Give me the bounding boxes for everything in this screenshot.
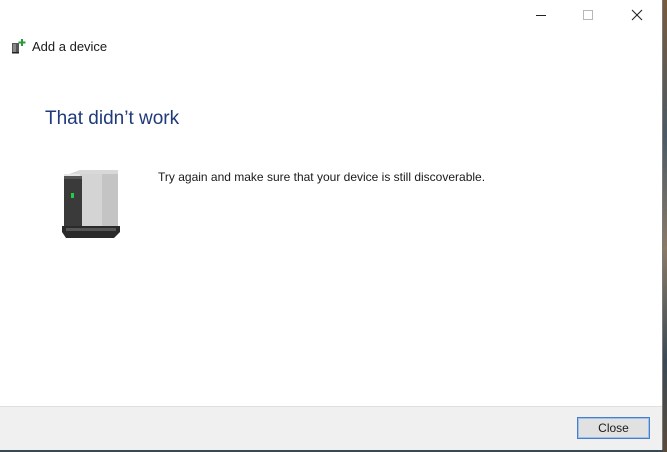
minimize-button[interactable] bbox=[518, 0, 564, 30]
maximize-button[interactable] bbox=[565, 0, 611, 30]
close-icon bbox=[631, 9, 643, 21]
error-message: Try again and make sure that your device… bbox=[158, 170, 486, 184]
maximize-icon bbox=[583, 10, 593, 20]
window-close-button[interactable] bbox=[614, 0, 660, 30]
window-header: Add a device bbox=[11, 36, 107, 56]
title-bar bbox=[0, 0, 663, 30]
page-title: That didn’t work bbox=[45, 108, 180, 129]
close-button[interactable]: Close bbox=[577, 417, 650, 439]
footer-bar: Close bbox=[0, 406, 662, 450]
add-device-icon bbox=[12, 39, 26, 54]
add-device-window: Add a device That didn’t work Try again … bbox=[0, 0, 663, 450]
window-title: Add a device bbox=[32, 38, 108, 54]
device-tower-icon bbox=[62, 170, 120, 238]
minimize-icon bbox=[536, 15, 546, 16]
desktop-background bbox=[663, 0, 667, 452]
